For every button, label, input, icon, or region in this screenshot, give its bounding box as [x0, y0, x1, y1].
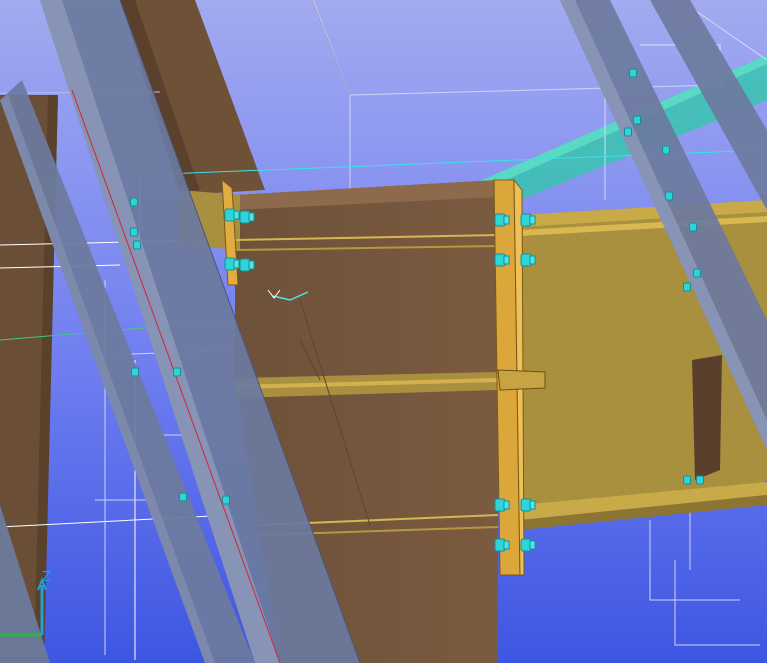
- bolt-icon: [133, 240, 141, 250]
- bolt-icon: [520, 498, 536, 512]
- bolt-icon: [683, 475, 691, 485]
- bolt-icon: [239, 258, 255, 272]
- bolt-icon: [693, 268, 701, 278]
- bolt-icon: [224, 257, 240, 271]
- bolt-icon: [696, 475, 704, 485]
- bolt-icon: [222, 495, 230, 505]
- bolt-icon: [494, 498, 510, 512]
- bolt-icon: [629, 68, 637, 78]
- bolt-icon: [173, 367, 181, 377]
- bolt-icon: [130, 227, 138, 237]
- bolt-icon: [683, 282, 691, 292]
- bolt-icon: [662, 145, 670, 155]
- bolt-icon: [239, 210, 255, 224]
- bolt-icon: [179, 492, 187, 502]
- bolt-icon: [130, 197, 138, 207]
- axis-z-label: Z: [42, 570, 51, 585]
- bolt-icon: [520, 538, 536, 552]
- bolt-icon: [624, 127, 632, 137]
- bolt-icon: [494, 253, 510, 267]
- bolt-icon: [689, 222, 697, 232]
- bolt-icon: [665, 191, 673, 201]
- bolt-icon: [520, 253, 536, 267]
- 3d-model-viewport[interactable]: Z: [0, 0, 767, 663]
- bolt-icon: [224, 208, 240, 222]
- bolt-icon: [494, 538, 510, 552]
- model-canvas[interactable]: [0, 0, 767, 663]
- bolt-icon: [520, 213, 536, 227]
- bolt-icon: [131, 367, 139, 377]
- bolt-icon: [633, 115, 641, 125]
- bolt-icon: [494, 213, 510, 227]
- right-dark-column[interactable]: [692, 355, 722, 480]
